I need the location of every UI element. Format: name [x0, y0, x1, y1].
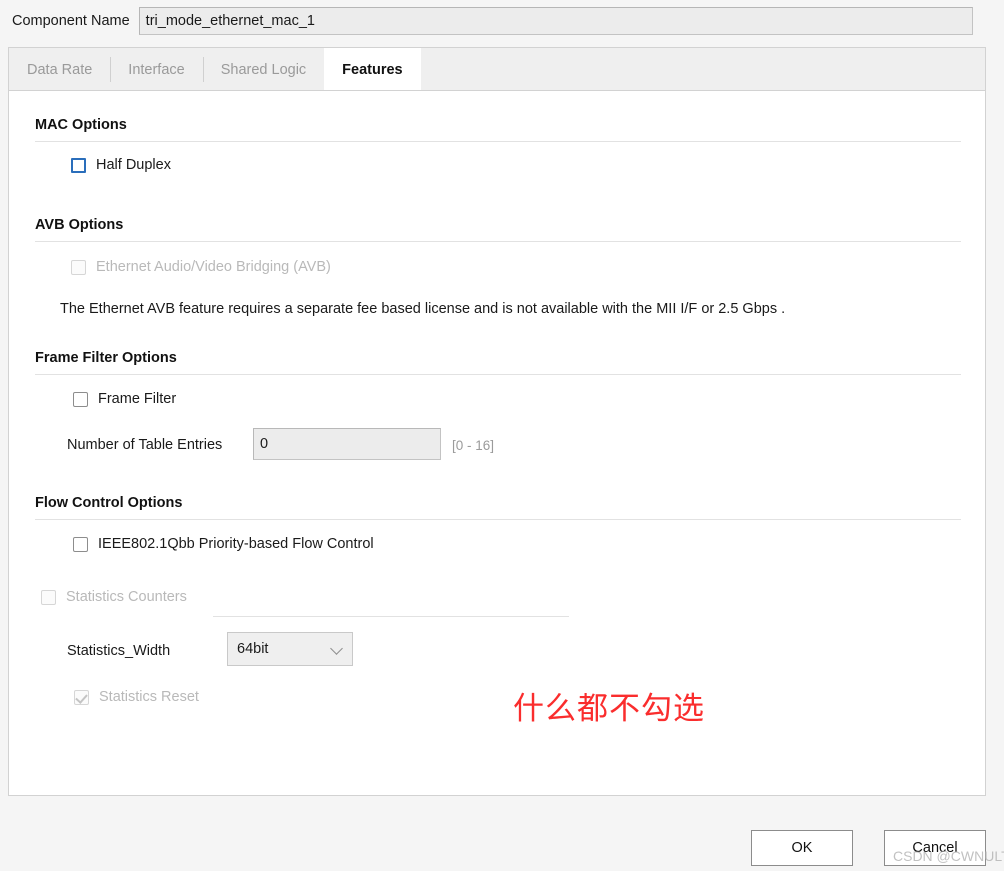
pfc-checkbox[interactable]: [73, 536, 88, 552]
divider-flow-control-options: [35, 519, 961, 520]
avb-checkbox: [71, 259, 86, 275]
tab-bar: Data Rate Interface Shared Logic Feature…: [8, 47, 986, 91]
statistics-counters-checkbox: [41, 589, 56, 605]
checkbox-row-statistics-counters: Statistics Counters: [41, 589, 187, 605]
ok-button-label: OK: [791, 840, 813, 856]
statistics-width-label: Statistics_Width: [67, 643, 171, 659]
component-name-row: Component Name tri_mode_ethernet_mac_1: [0, 0, 1004, 42]
checkbox-row-pfc[interactable]: IEEE802.1Qbb Priority-based Flow Control: [73, 536, 374, 552]
ok-button[interactable]: OK: [751, 830, 853, 866]
avb-note-text: The Ethernet AVB feature requires a sepa…: [60, 301, 786, 317]
table-entries-input[interactable]: 0: [253, 428, 441, 460]
tab-features[interactable]: Features: [324, 48, 421, 91]
red-annotation-text: 什么都不勾选: [513, 691, 705, 727]
checkbox-row-statistics-reset: Statistics Reset: [74, 689, 199, 705]
watermark-text: CSDN @CWNULT: [893, 848, 1004, 864]
features-panel: MAC Options Half Duplex AVB Options Ethe…: [8, 90, 986, 796]
checkbox-row-half-duplex[interactable]: Half Duplex: [71, 157, 171, 173]
section-title-frame-filter-options: Frame Filter Options: [35, 350, 177, 366]
component-name-label: Component Name: [12, 13, 130, 29]
tab-shared-logic[interactable]: Shared Logic: [202, 48, 324, 91]
statistics-width-value: 64bit: [237, 641, 269, 657]
statistics-width-dropdown[interactable]: 64bit: [227, 632, 353, 666]
half-duplex-label: Half Duplex: [96, 157, 171, 173]
section-title-mac-options: MAC Options: [35, 117, 127, 133]
statistics-reset-checkbox: [74, 689, 89, 705]
tab-data-rate[interactable]: Data Rate: [9, 48, 110, 91]
checkbox-row-frame-filter[interactable]: Frame Filter: [73, 391, 176, 407]
dialog-root: Component Name tri_mode_ethernet_mac_1 D…: [0, 0, 1004, 871]
divider-mac-options: [35, 141, 961, 142]
component-name-input[interactable]: tri_mode_ethernet_mac_1: [138, 7, 973, 35]
table-entries-label: Number of Table Entries: [67, 437, 223, 453]
avb-label: Ethernet Audio/Video Bridging (AVB): [96, 259, 331, 275]
divider-statistics-counters: [213, 616, 569, 617]
half-duplex-checkbox[interactable]: [71, 157, 86, 173]
section-title-avb-options: AVB Options: [35, 217, 124, 233]
checkbox-row-avb: Ethernet Audio/Video Bridging (AVB): [71, 259, 331, 275]
statistics-counters-label: Statistics Counters: [66, 589, 187, 605]
frame-filter-checkbox[interactable]: [73, 391, 88, 407]
component-name-value: tri_mode_ethernet_mac_1: [145, 13, 315, 29]
section-title-flow-control-options: Flow Control Options: [35, 495, 183, 511]
pfc-label: IEEE802.1Qbb Priority-based Flow Control: [98, 536, 374, 552]
table-entries-value: 0: [260, 436, 269, 452]
divider-avb-options: [35, 241, 961, 242]
tab-interface[interactable]: Interface: [110, 48, 202, 91]
chevron-down-icon: [331, 643, 343, 655]
statistics-reset-label: Statistics Reset: [99, 689, 199, 705]
table-entries-range-hint: [0 - 16]: [452, 438, 495, 453]
frame-filter-label: Frame Filter: [98, 391, 177, 407]
divider-frame-filter-options: [35, 374, 961, 375]
